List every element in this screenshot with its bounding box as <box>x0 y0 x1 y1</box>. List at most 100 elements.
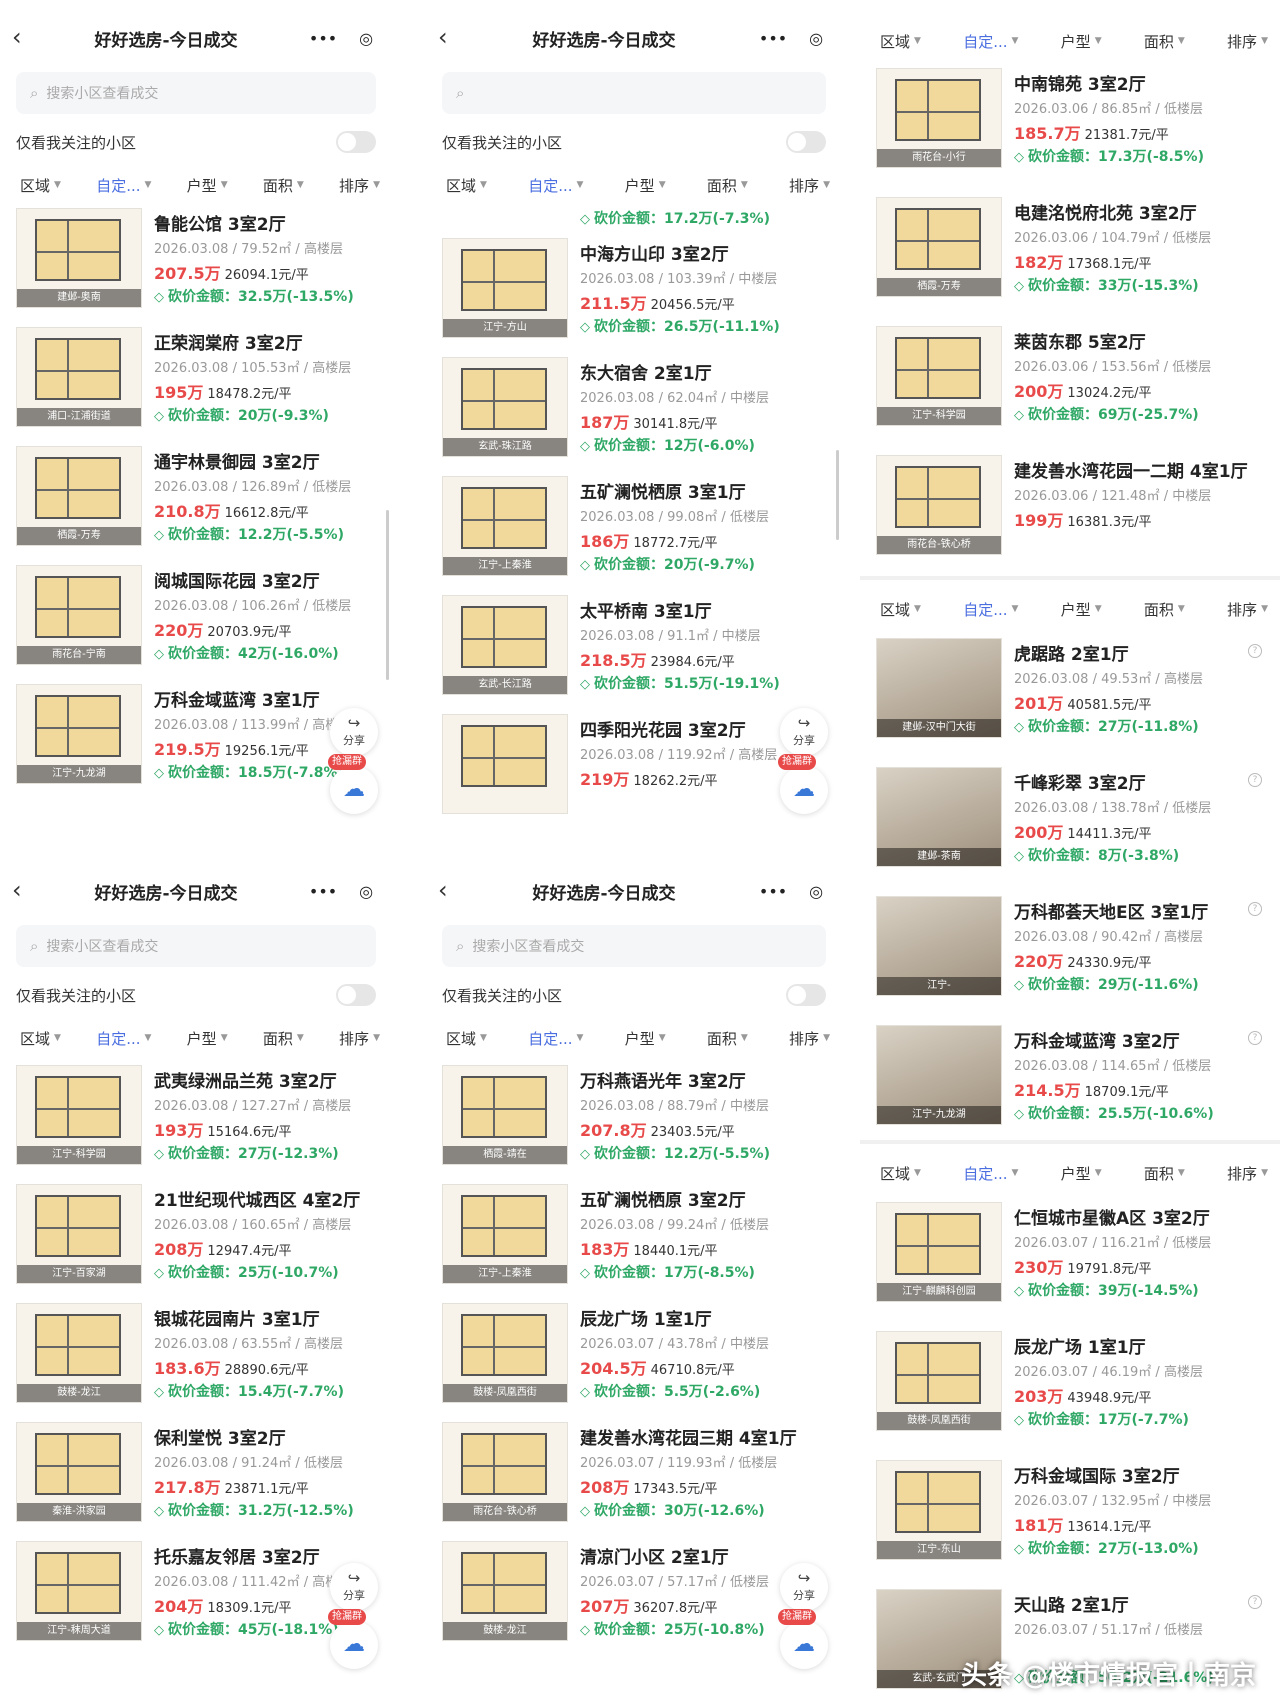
filter-layout[interactable]: 户型 ▼ <box>1061 31 1102 52</box>
list-item[interactable]: 栖霞-靖在 万科燕语光年 3室2厅 2026.03.08 / 88.79㎡ / … <box>426 1057 842 1176</box>
list-item[interactable]: 雨花台-铁心桥 建发善水湾花园三期 4室1厅 2026.03.07 / 119.… <box>426 1414 842 1533</box>
more-icon[interactable]: ••• <box>309 29 337 48</box>
filter-region[interactable]: 区域 ▼ <box>446 1028 487 1049</box>
filter-area[interactable]: 面积 ▼ <box>707 1028 748 1049</box>
filter-sort[interactable]: 排序 ▼ <box>1227 31 1268 52</box>
help-icon[interactable]: ? <box>1248 1595 1262 1609</box>
follow-toggle[interactable] <box>336 131 376 153</box>
list-item[interactable]: 鼓楼-龙江 银城花园南片 3室1厅 2026.03.08 / 63.55㎡ / … <box>0 1295 392 1414</box>
filter-sort[interactable]: 排序 ▼ <box>789 1028 830 1049</box>
list-item[interactable]: 浦口-江浦街道 正荣润棠府 3室2厅 2026.03.08 / 105.53㎡ … <box>0 319 392 438</box>
scrollbar[interactable] <box>836 450 839 540</box>
filter-custom[interactable]: 自定... ▼ <box>963 599 1018 620</box>
unit-price: 16612.8元/平 <box>224 506 309 521</box>
list-item[interactable]: 建邺-茶南 千峰彩翠 3室2厅 ? 2026.03.08 / 138.78㎡ /… <box>860 759 1280 878</box>
filter-region[interactable]: 区域 ▼ <box>20 1028 61 1049</box>
share-button[interactable]: ↪ 分享 <box>330 1563 378 1611</box>
filter-sort[interactable]: 排序 ▼ <box>789 175 830 196</box>
close-target-icon[interactable]: ◎ <box>359 29 373 48</box>
search-input[interactable]: ⌕ 搜索小区查看成交 <box>16 925 376 967</box>
list-item[interactable]: 江宁-上秦淮 五矿澜悦栖原 3室2厅 2026.03.08 / 99.24㎡ /… <box>426 1176 842 1295</box>
search-input[interactable]: ⌕ 搜索小区查看成交 <box>442 925 826 967</box>
list-item[interactable]: 雨花台-宁南 阅城国际花园 3室2厅 2026.03.08 / 106.26㎡ … <box>0 557 392 676</box>
filter-sort[interactable]: 排序 ▼ <box>1227 599 1268 620</box>
filter-area[interactable]: 面积 ▼ <box>1144 1163 1185 1184</box>
filter-region[interactable]: 区域 ▼ <box>880 31 921 52</box>
filter-custom[interactable]: 自定... ▼ <box>963 31 1018 52</box>
list-item[interactable]: 鼓楼-凤凰西街 辰龙广场 1室1厅 2026.03.07 / 46.19㎡ / … <box>860 1323 1280 1442</box>
help-icon[interactable]: ? <box>1248 644 1262 658</box>
list-item[interactable]: 江宁-科学园 武夷绿洲品兰苑 3室2厅 2026.03.08 / 127.27㎡… <box>0 1057 392 1176</box>
list-item[interactable]: 秦淮-洪家园 保利堂悦 3室2厅 2026.03.08 / 91.24㎡ / 低… <box>0 1414 392 1533</box>
filter-custom[interactable]: 自定... ▼ <box>96 1028 151 1049</box>
list-item[interactable]: 雨花台-铁心桥 建发善水湾花园一二期 4室1厅 2026.03.06 / 121… <box>860 447 1280 566</box>
chat-icon: ☁ <box>793 777 815 802</box>
follow-toggle[interactable] <box>786 984 826 1006</box>
grab-group-button[interactable]: 抢漏群 ☁ <box>778 1609 828 1669</box>
listing-price: 193万 15164.6元/平 <box>154 1117 292 1141</box>
listing-meta: 2026.03.08 / 126.89㎡ / 低楼层 <box>154 480 352 495</box>
list-item[interactable]: 玄武-长江路 太平桥南 3室1厅 2026.03.08 / 91.1㎡ / 中楼… <box>426 587 842 706</box>
unit-price: 18440.1元/平 <box>633 1244 718 1259</box>
close-target-icon[interactable]: ◎ <box>359 882 373 901</box>
follow-toggle[interactable] <box>786 131 826 153</box>
list-item[interactable]: 江宁-科学园 莱茵东郡 5室2厅 2026.03.06 / 153.56㎡ / … <box>860 318 1280 437</box>
list-item[interactable]: 建邺-奥南 鲁能公馆 3室2厅 2026.03.08 / 79.52㎡ / 高楼… <box>0 200 392 319</box>
grab-group-button[interactable]: 抢漏群 ☁ <box>328 1609 378 1669</box>
help-icon[interactable]: ? <box>1248 902 1262 916</box>
search-input[interactable]: ⌕ 搜索小区查看成交 <box>16 72 376 114</box>
filter-layout[interactable]: 户型 ▼ <box>625 1028 666 1049</box>
follow-toggle[interactable] <box>336 984 376 1006</box>
filter-area[interactable]: 面积 ▼ <box>263 175 304 196</box>
more-icon[interactable]: ••• <box>309 882 337 901</box>
district-tag: 江宁-东山 <box>877 1541 1001 1559</box>
filter-layout[interactable]: 户型 ▼ <box>187 175 228 196</box>
close-target-icon[interactable]: ◎ <box>809 29 823 48</box>
filter-area[interactable]: 面积 ▼ <box>1144 31 1185 52</box>
list-item[interactable]: 江宁-九龙湖 万科金域蓝湾 3室2厅 ? 2026.03.08 / 114.65… <box>860 1017 1280 1136</box>
filter-sort[interactable]: 排序 ▼ <box>1227 1163 1268 1184</box>
filter-layout[interactable]: 户型 ▼ <box>1061 1163 1102 1184</box>
filter-area[interactable]: 面积 ▼ <box>707 175 748 196</box>
help-icon[interactable]: ? <box>1248 773 1262 787</box>
filter-area[interactable]: 面积 ▼ <box>263 1028 304 1049</box>
grab-group-button[interactable]: 抢漏群 ☁ <box>778 754 828 814</box>
filter-layout[interactable]: 户型 ▼ <box>625 175 666 196</box>
filter-sort[interactable]: 排序 ▼ <box>339 175 380 196</box>
filter-region[interactable]: 区域 ▼ <box>446 175 487 196</box>
search-input[interactable]: ⌕ <box>442 72 826 114</box>
list-item[interactable]: 栖霞-万寿 电建洺悦府北苑 3室2厅 2026.03.06 / 104.79㎡ … <box>860 189 1280 308</box>
list-item[interactable]: 江宁-麒麟科创园 仁恒城市星徽A区 3室2厅 2026.03.07 / 116.… <box>860 1194 1280 1313</box>
filter-layout[interactable]: 户型 ▼ <box>1061 599 1102 620</box>
list-item[interactable]: 江宁-方山 中海方山印 3室2厅 2026.03.08 / 103.39㎡ / … <box>426 230 842 349</box>
more-icon[interactable]: ••• <box>759 29 787 48</box>
list-item[interactable]: 建邺-汉中门大街 虎踞路 2室1厅 ? 2026.03.08 / 49.53㎡ … <box>860 630 1280 749</box>
list-item[interactable]: 江宁- 万科都荟天地E区 3室1厅 ? 2026.03.08 / 90.42㎡ … <box>860 888 1280 1007</box>
filter-layout[interactable]: 户型 ▼ <box>187 1028 228 1049</box>
grab-group-button[interactable]: 抢漏群 ☁ <box>328 754 378 814</box>
tag-icon: ◇ <box>154 1623 164 1638</box>
list-item[interactable]: 玄武-珠江路 东大宿舍 2室1厅 2026.03.08 / 62.04㎡ / 中… <box>426 349 842 468</box>
list-item[interactable]: 栖霞-万寿 通宇林景御园 3室2厅 2026.03.08 / 126.89㎡ /… <box>0 438 392 557</box>
filter-custom[interactable]: 自定... ▼ <box>528 1028 583 1049</box>
list-item[interactable]: 江宁-上秦淮 五矿澜悦栖原 3室1厅 2026.03.08 / 99.08㎡ /… <box>426 468 842 587</box>
filter-custom[interactable]: 自定... ▼ <box>96 175 151 196</box>
share-button[interactable]: ↪ 分享 <box>780 1563 828 1611</box>
share-button[interactable]: ↪ 分享 <box>330 708 378 756</box>
help-icon[interactable]: ? <box>1248 1031 1262 1045</box>
filter-region[interactable]: 区域 ▼ <box>880 1163 921 1184</box>
list-item[interactable]: 鼓楼-凤凰西街 辰龙广场 1室1厅 2026.03.07 / 43.78㎡ / … <box>426 1295 842 1414</box>
filter-sort[interactable]: 排序 ▼ <box>339 1028 380 1049</box>
filter-area[interactable]: 面积 ▼ <box>1144 599 1185 620</box>
list-item[interactable]: 江宁-百家湖 21世纪现代城西区 4室2厅 2026.03.08 / 160.6… <box>0 1176 392 1295</box>
scrollbar[interactable] <box>386 510 389 680</box>
filter-custom[interactable]: 自定... ▼ <box>963 1163 1018 1184</box>
list-item[interactable]: 江宁-东山 万科金域国际 3室2厅 2026.03.07 / 132.95㎡ /… <box>860 1452 1280 1571</box>
close-target-icon[interactable]: ◎ <box>809 882 823 901</box>
filter-region[interactable]: 区域 ▼ <box>20 175 61 196</box>
list-item[interactable]: 雨花台-小行 中南锦苑 3室2厅 2026.03.06 / 86.85㎡ / 低… <box>860 60 1280 179</box>
filter-region[interactable]: 区域 ▼ <box>880 599 921 620</box>
share-button[interactable]: ↪ 分享 <box>780 708 828 756</box>
filter-custom[interactable]: 自定... ▼ <box>528 175 583 196</box>
more-icon[interactable]: ••• <box>759 882 787 901</box>
